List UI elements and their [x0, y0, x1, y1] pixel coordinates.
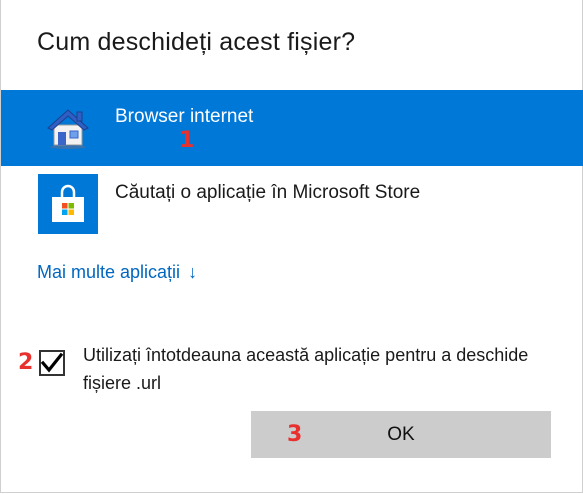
- ok-button[interactable]: 3 OK: [251, 411, 551, 458]
- app-label: Browser internet: [115, 106, 254, 127]
- store-icon: [38, 174, 98, 234]
- ok-label: OK: [387, 424, 415, 445]
- app-label: Căutați o aplicație în Microsoft Store: [115, 182, 421, 203]
- annotation-marker-1: 1: [179, 128, 195, 153]
- dialog-title: Cum deschideți acest fișier?: [37, 28, 356, 56]
- app-item-browser-internet[interactable]: Browser internet 1: [1, 90, 583, 166]
- checkmark-icon: [40, 352, 64, 373]
- more-apps-label: Mai multe aplicații: [37, 262, 181, 282]
- home-icon: [38, 98, 98, 158]
- always-use-label: Utilizați întotdeauna această aplicație …: [83, 345, 529, 393]
- chevron-down-icon: ↓: [188, 262, 198, 282]
- more-apps-link[interactable]: Mai multe aplicații ↓: [37, 262, 197, 283]
- annotation-marker-2: 2: [18, 350, 34, 375]
- app-item-microsoft-store[interactable]: Căutați o aplicație în Microsoft Store: [1, 166, 583, 242]
- open-with-dialog: Cum deschideți acest fișier? Browser int…: [0, 0, 583, 493]
- always-use-checkbox[interactable]: [39, 350, 65, 376]
